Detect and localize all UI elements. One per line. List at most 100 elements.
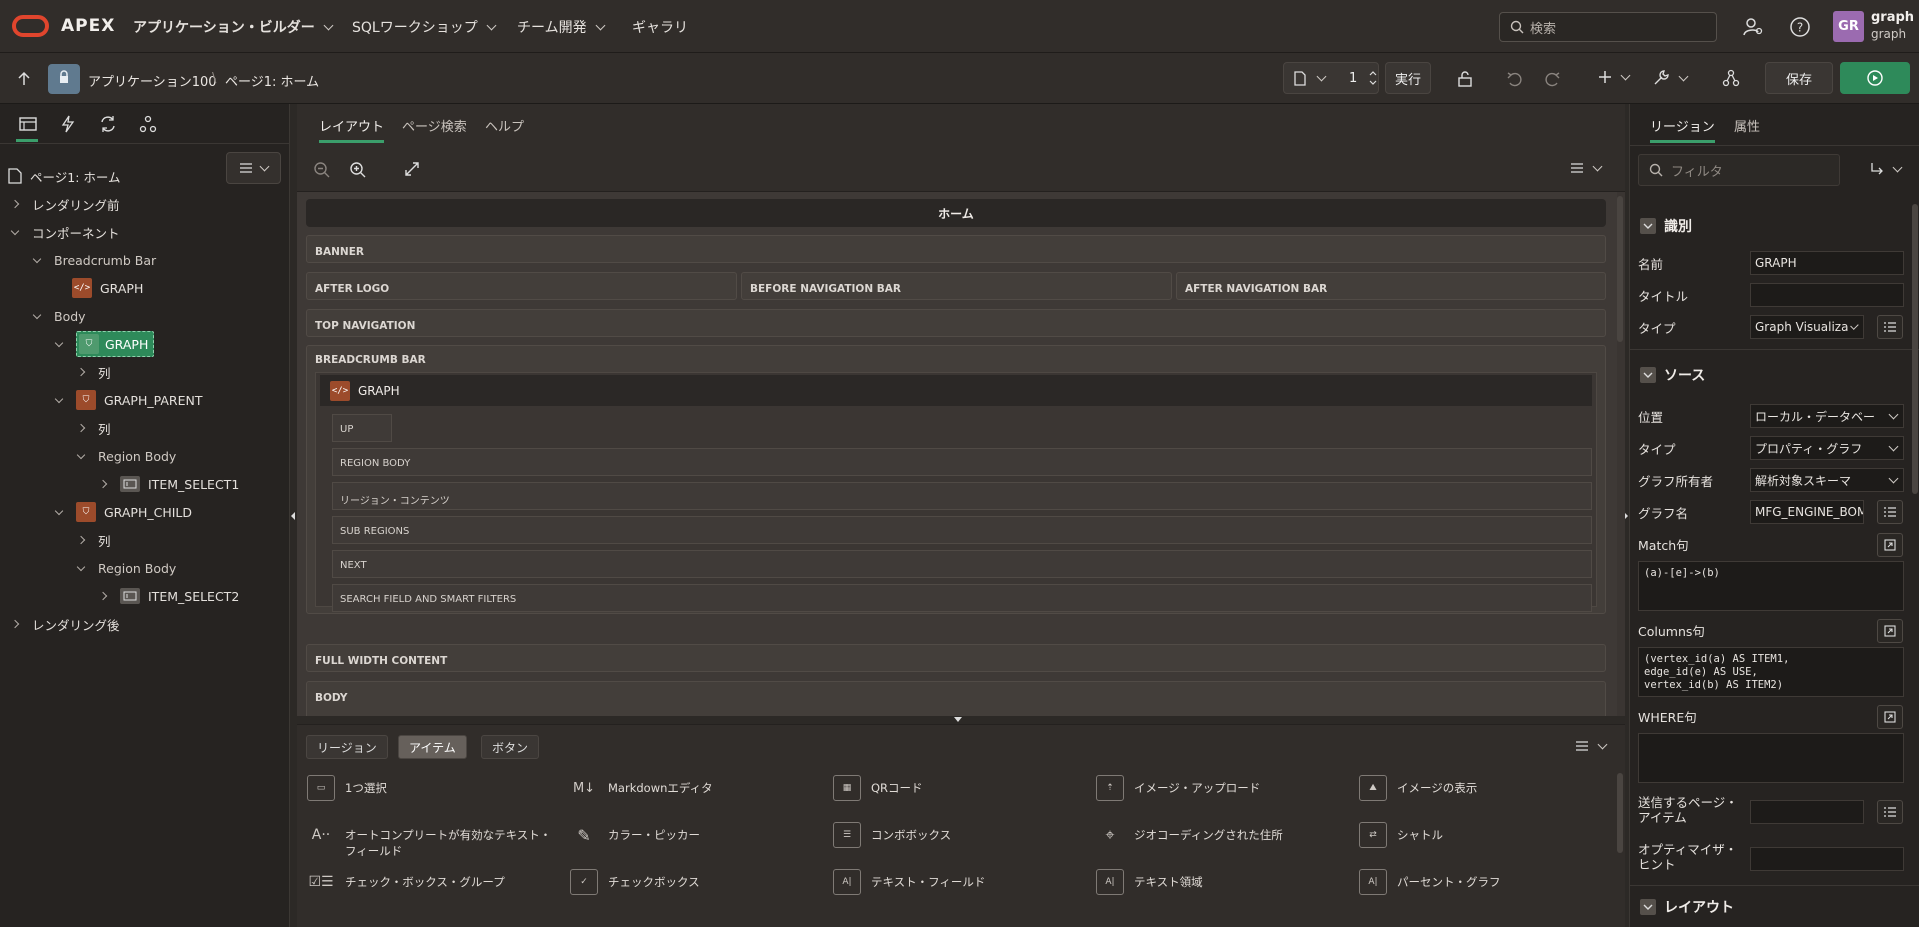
graph-name-field[interactable]: MFG_ENGINE_BOM	[1750, 500, 1864, 524]
type-list-button[interactable]	[1877, 315, 1903, 339]
tree-after-render[interactable]: レンダリング後	[10, 613, 120, 635]
name-field[interactable]: GRAPH	[1750, 251, 1904, 275]
next-position[interactable]: NEXT	[332, 550, 1592, 578]
source-type-select[interactable]: プロパティ・グラフ	[1750, 436, 1904, 460]
user-avatar[interactable]: GR	[1833, 11, 1864, 42]
splitter-down-icon[interactable]	[954, 717, 962, 722]
region-body-position[interactable]: REGION BODY	[332, 448, 1592, 476]
tree-item-select2[interactable]: ITEM_SELECT2	[98, 585, 239, 607]
zoom-out-icon[interactable]	[313, 161, 331, 179]
tree-before-render[interactable]: レンダリング前	[10, 193, 120, 215]
collapse-icon[interactable]	[1640, 899, 1656, 915]
dynamic-actions-tab-icon[interactable]	[58, 114, 78, 134]
menu-gallery[interactable]: ギャラリ	[632, 17, 688, 37]
gallery-tab-items[interactable]: アイテム	[398, 735, 467, 759]
gallery-item-markdown[interactable]: M↓ Markdownエディタ	[570, 775, 820, 801]
help-icon[interactable]: ?	[1789, 16, 1811, 38]
where-editor[interactable]	[1638, 733, 1904, 783]
section-source[interactable]: ソース	[1640, 365, 1705, 385]
gallery-item-shuttle[interactable]: ⇄ シャトル	[1359, 822, 1609, 848]
gallery-item-combobox[interactable]: ☰ コンボボックス	[833, 822, 1083, 848]
chevron-down-icon[interactable]	[54, 506, 64, 515]
menu-team-dev[interactable]: チーム開発	[517, 17, 606, 37]
gallery-tab-regions[interactable]: リージョン	[306, 735, 388, 759]
redo-icon[interactable]	[1543, 70, 1561, 88]
tree-item-select1[interactable]: ITEM_SELECT1	[98, 473, 239, 495]
save-and-run-button[interactable]	[1840, 62, 1910, 94]
chevron-right-icon[interactable]	[76, 423, 86, 433]
gallery-item-image-upload[interactable]: ⇡ イメージ・アップロード	[1096, 775, 1346, 801]
utilities-menu-button[interactable]	[1652, 69, 1689, 87]
full-width-position[interactable]: FULL WIDTH CONTENT	[306, 644, 1606, 672]
type-select[interactable]: Graph Visualiza	[1750, 315, 1864, 339]
gallery-item-checkbox[interactable]: ✓ チェックボックス	[570, 869, 820, 895]
tree-columns-2[interactable]: 列	[76, 417, 111, 439]
chevron-down-icon[interactable]	[76, 450, 86, 459]
graph-owner-select[interactable]: 解析対象スキーマ	[1750, 468, 1904, 492]
chevron-down-icon[interactable]	[54, 394, 64, 403]
chevron-down-icon[interactable]	[32, 254, 42, 263]
tree-region-body-2[interactable]: Region Body	[76, 557, 176, 579]
gallery-item-percent-graph[interactable]: A| パーセント・グラフ	[1359, 869, 1609, 895]
expand-icon[interactable]	[404, 161, 420, 177]
region-contents-position[interactable]: リージョン・コンテンツ	[332, 482, 1592, 510]
processing-tab-icon[interactable]	[98, 114, 118, 134]
gallery-item-select-list[interactable]: ▭ 1つ選択	[307, 775, 557, 801]
gallery-item-autocomplete[interactable]: A·· オートコンプリートが有効なテキスト・フィールド	[307, 822, 557, 859]
title-field[interactable]	[1750, 283, 1904, 307]
submit-items-list-button[interactable]	[1877, 800, 1903, 824]
section-layout[interactable]: レイアウト	[1640, 897, 1734, 917]
tree-breadcrumb-bar[interactable]: Breadcrumb Bar	[32, 249, 156, 271]
gallery-item-text-field[interactable]: A| テキスト・フィールド	[833, 869, 1083, 895]
tab-page-search[interactable]: ページ検索	[402, 116, 467, 135]
chevron-right-icon[interactable]	[10, 619, 20, 629]
property-scrollbar[interactable]	[1912, 204, 1918, 494]
shared-components-tab-icon[interactable]	[138, 114, 158, 134]
tab-help[interactable]: ヘルプ	[485, 116, 524, 135]
gallery-tab-buttons[interactable]: ボタン	[481, 735, 540, 759]
shared-components-icon[interactable]	[1722, 69, 1740, 87]
graph-region-header[interactable]: </> GRAPH	[320, 375, 1592, 406]
banner-position[interactable]: BANNER	[306, 235, 1606, 263]
page-title-bar[interactable]: ホーム	[306, 199, 1606, 227]
up-position[interactable]: UP	[332, 414, 392, 442]
chevron-right-icon[interactable]	[98, 591, 108, 601]
after-nav-position[interactable]: AFTER NAVIGATION BAR	[1176, 272, 1606, 300]
create-menu-button[interactable]	[1598, 70, 1631, 84]
where-expand-button[interactable]	[1877, 705, 1903, 729]
oracle-logo-icon[interactable]	[12, 15, 49, 37]
tree-graph-parent[interactable]: ⛉ GRAPH_PARENT	[54, 389, 202, 411]
chevron-down-icon[interactable]	[10, 226, 20, 235]
collapse-icon[interactable]	[1640, 218, 1656, 234]
gallery-item-color-picker[interactable]: ✎ カラー・ピッカー	[570, 822, 820, 848]
property-filter-input[interactable]: フィルタ	[1638, 154, 1840, 186]
collapse-icon[interactable]	[1640, 367, 1656, 383]
tab-region[interactable]: リージョン	[1650, 116, 1715, 143]
graph-name-list-button[interactable]	[1877, 500, 1903, 524]
go-to-group-button[interactable]	[1870, 162, 1903, 176]
section-identification[interactable]: 識別	[1640, 216, 1692, 236]
user-name[interactable]: graph	[1871, 10, 1914, 25]
tree-page-root[interactable]: ページ1: ホーム	[8, 165, 121, 187]
run-page-button[interactable]: 実行	[1385, 62, 1431, 94]
chevron-down-icon[interactable]	[32, 310, 42, 319]
unlock-icon[interactable]	[1457, 70, 1475, 88]
step-down-icon[interactable]	[1369, 80, 1377, 85]
tree-graph-breadcrumb[interactable]: </> GRAPH	[72, 277, 143, 299]
columns-expand-button[interactable]	[1877, 619, 1903, 643]
breadcrumb-app[interactable]: アプリケーション100	[88, 71, 217, 90]
chevron-right-icon[interactable]	[98, 479, 108, 489]
before-nav-position[interactable]: BEFORE NAVIGATION BAR	[741, 272, 1172, 300]
sub-regions-position[interactable]: SUB REGIONS	[332, 516, 1592, 544]
menu-sql-workshop[interactable]: SQLワークショップ	[352, 17, 497, 37]
gallery-scrollbar[interactable]	[1617, 773, 1623, 853]
collapse-left-icon[interactable]	[291, 512, 296, 520]
tree-graph-child[interactable]: ⛉ GRAPH_CHILD	[54, 501, 192, 523]
zoom-in-icon[interactable]	[349, 161, 367, 179]
app-icon[interactable]	[48, 64, 80, 94]
global-search-input[interactable]: 検索	[1499, 12, 1717, 42]
location-select[interactable]: ローカル・データベー	[1750, 404, 1904, 428]
optimizer-hint-field[interactable]	[1750, 847, 1904, 871]
gallery-item-image-display[interactable]: ⛰ イメージの表示	[1359, 775, 1609, 801]
columns-editor[interactable]: (vertex_id(a) AS ITEM1, edge_id(e) AS US…	[1638, 647, 1904, 697]
